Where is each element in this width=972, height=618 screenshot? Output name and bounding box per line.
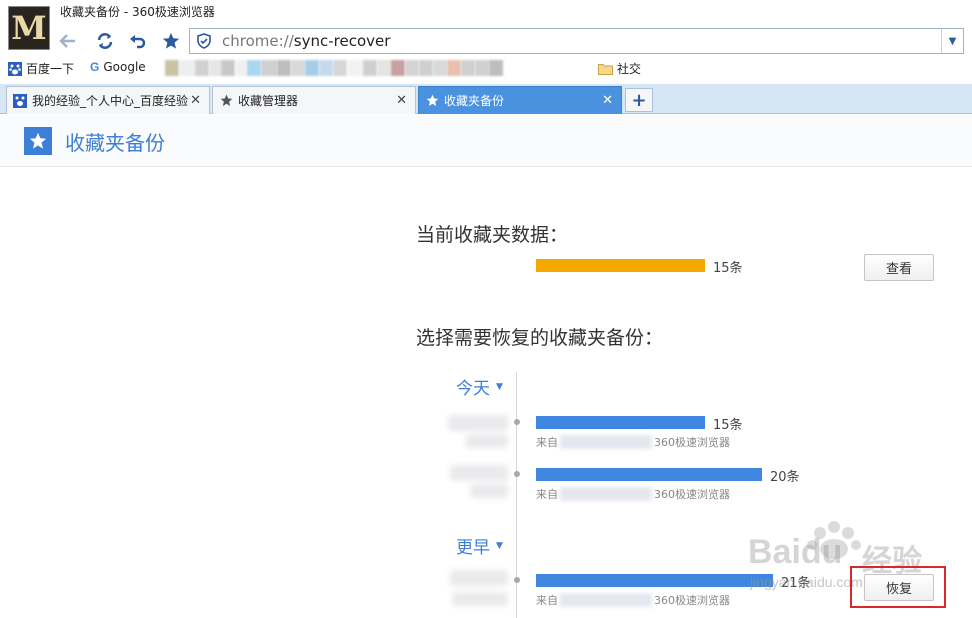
blurred-device-name [560, 487, 652, 501]
undo-button[interactable] [125, 28, 151, 54]
timeline-dot [514, 419, 520, 425]
close-icon[interactable]: ✕ [396, 93, 407, 108]
bookmark-folder-social[interactable]: 社交 [598, 60, 641, 77]
watermark-url: jingyan.baidu.com [750, 574, 863, 590]
backup-count-bar[interactable] [536, 574, 773, 587]
undo-icon [130, 35, 146, 49]
group-earlier[interactable]: 更早 ▼ [456, 533, 503, 558]
tab-favorites-backup[interactable]: 收藏夹备份 ✕ [418, 86, 622, 114]
bookmarks-bar: 百度一下 G Google 社交 [0, 57, 972, 79]
window-title: 收藏夹备份 - 360极速浏览器 [60, 5, 215, 19]
paw-icon [8, 61, 22, 76]
current-count-label: 15条 [713, 261, 743, 276]
bookmark-baidu[interactable]: 百度一下 [8, 60, 74, 77]
address-dropdown-button[interactable]: ▼ [941, 29, 963, 53]
star-icon [425, 94, 439, 108]
star-icon [24, 127, 52, 155]
caret-down-icon: ▼ [496, 540, 503, 551]
plus-icon: + [631, 89, 647, 111]
title-bar: M 收藏夹备份 - 360极速浏览器 [0, 0, 972, 50]
back-button[interactable] [55, 28, 81, 54]
backup-time-blurred [450, 570, 508, 586]
refresh-button[interactable] [92, 28, 118, 54]
tab-favorites-manager[interactable]: 收藏管理器 ✕ [212, 86, 416, 114]
view-button[interactable]: 查看 [864, 254, 934, 281]
favorites-button[interactable] [158, 28, 184, 54]
watermark-brand: Baidu [748, 533, 843, 571]
close-icon[interactable]: ✕ [190, 93, 201, 108]
current-data-heading: 当前收藏夹数据： [416, 224, 569, 246]
backup-time-blurred [452, 592, 508, 606]
blurred-device-name [560, 435, 652, 449]
page-header: 收藏夹备份 [0, 115, 972, 167]
google-icon: G [90, 60, 100, 74]
tab-baidu-jingyan[interactable]: 我的经验_个人中心_百度经验 ✕ [6, 86, 210, 114]
back-arrow-icon [59, 34, 75, 48]
paw-icon [13, 93, 27, 108]
page-title: 收藏夹备份 [65, 131, 165, 155]
refresh-icon [97, 33, 113, 49]
highlight-box [850, 566, 946, 608]
backup-time-blurred [450, 465, 508, 481]
backup-count-bar[interactable] [536, 468, 762, 481]
new-tab-button[interactable]: + [625, 88, 653, 112]
backup-source: 来自 360极速浏览器 [536, 435, 730, 449]
shield-icon [197, 33, 211, 49]
bookmark-google[interactable]: G Google [90, 60, 146, 74]
star-icon [219, 94, 233, 108]
caret-down-icon: ▼ [496, 381, 503, 392]
folder-icon [598, 63, 613, 75]
close-icon[interactable]: ✕ [602, 93, 613, 108]
timeline-dot [514, 577, 520, 583]
backup-count-label: 15条 [713, 418, 743, 433]
backups-heading: 选择需要恢复的收藏夹备份： [416, 327, 664, 349]
address-bar[interactable]: chrome://sync-recover ▼ [189, 28, 964, 54]
url-text: chrome://sync-recover [222, 32, 391, 50]
blurred-device-name [560, 593, 652, 607]
star-icon [162, 32, 180, 49]
blurred-bookmarks [165, 60, 503, 76]
toolbar: chrome://sync-recover ▼ [0, 26, 972, 56]
chevron-down-icon: ▼ [948, 35, 957, 47]
backup-source: 来自 360极速浏览器 [536, 487, 730, 501]
current-count-bar [536, 259, 705, 272]
backup-count-label: 20条 [770, 470, 800, 485]
group-today[interactable]: 今天 ▼ [456, 374, 503, 399]
backup-time-blurred [448, 415, 508, 431]
backup-time-blurred [466, 434, 508, 448]
timeline-dot [514, 471, 520, 477]
backup-time-blurred [470, 484, 508, 498]
backup-count-bar[interactable] [536, 416, 705, 429]
backup-source: 来自 360极速浏览器 [536, 593, 730, 607]
tab-strip: 我的经验_个人中心_百度经验 ✕ 收藏管理器 ✕ 收藏夹备份 ✕ + [0, 84, 972, 114]
